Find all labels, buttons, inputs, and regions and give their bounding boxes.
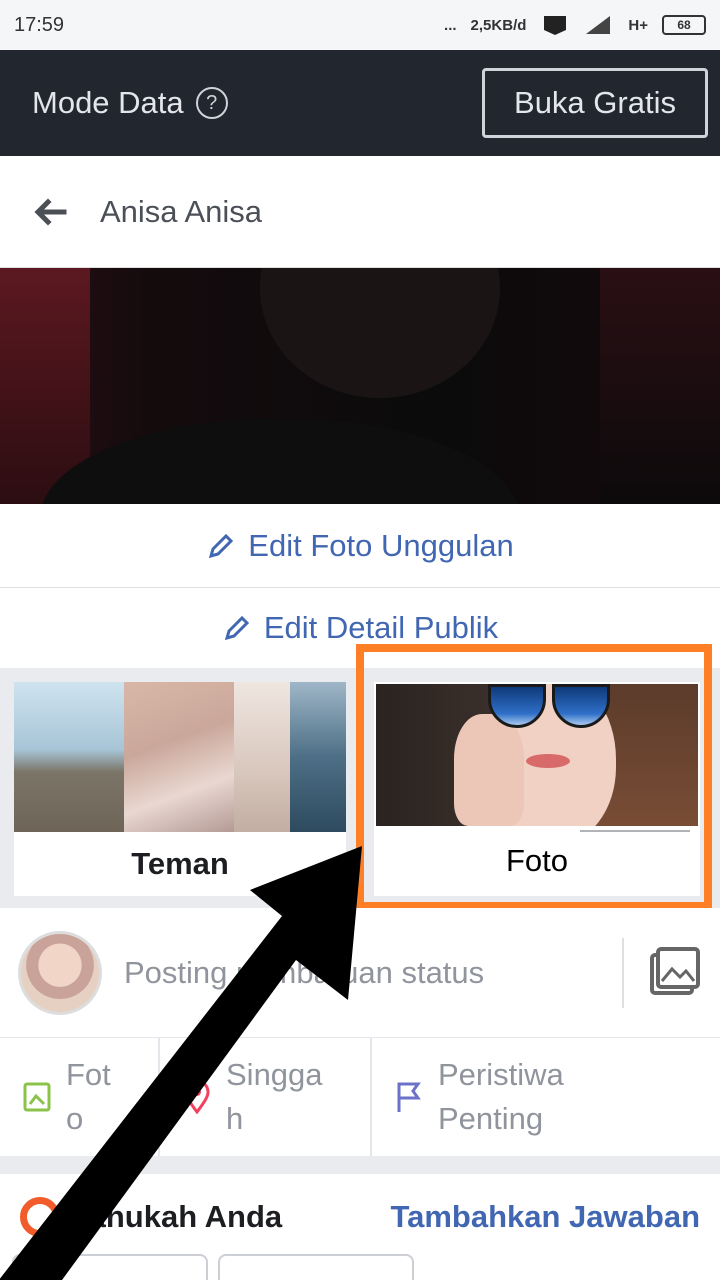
edit-featured-photo-link[interactable]: Edit Foto Unggulan <box>0 504 720 588</box>
action-photo[interactable]: Fot o <box>0 1038 160 1156</box>
did-you-know-card[interactable] <box>218 1254 414 1280</box>
help-glyph: ? <box>206 91 218 114</box>
flag-icon <box>397 1082 421 1112</box>
edit-featured-photo-label: Edit Foto Unggulan <box>248 527 514 563</box>
friend-thumbnail <box>234 682 290 832</box>
page-title: Anisa Anisa <box>100 193 262 229</box>
pencil-icon <box>224 615 249 641</box>
help-icon[interactable]: ? <box>195 87 228 119</box>
friend-thumbnail <box>14 682 124 832</box>
action-life-event-label: Peristiwa Penting <box>438 1057 564 1136</box>
did-you-know-section: Tahukah Anda Tambahkan Jawaban <box>0 1174 720 1280</box>
status-dots: ... <box>444 16 457 34</box>
location-pin-icon <box>184 1080 210 1114</box>
did-you-know-cards <box>0 1254 414 1280</box>
action-checkin[interactable]: Singga h <box>160 1038 372 1156</box>
section-separator <box>0 1156 720 1174</box>
edit-public-details-label: Edit Detail Publik <box>263 610 499 645</box>
friend-thumbnail <box>290 682 346 832</box>
signal-icon <box>586 16 611 34</box>
profile-cards-area: Teman Foto <box>0 668 720 908</box>
action-checkin-label: Singga h <box>226 1057 323 1136</box>
edit-public-details-link[interactable]: Edit Detail Publik <box>0 588 720 668</box>
battery-icon: 68 <box>662 15 706 35</box>
action-photo-label: Fot o <box>66 1057 111 1136</box>
status-composer[interactable]: Posting pembaruan status <box>0 908 720 1038</box>
did-you-know-card[interactable] <box>12 1254 208 1280</box>
status-input[interactable]: Posting pembaruan status <box>124 955 622 991</box>
open-free-button[interactable]: Buka Gratis <box>482 68 708 138</box>
avatar[interactable] <box>18 930 102 1015</box>
battery-level: 68 <box>677 18 691 32</box>
photos-thumbnail <box>376 684 698 826</box>
photos-label-row: Foto <box>374 826 700 896</box>
friends-card[interactable]: Teman <box>14 682 346 896</box>
cover-photo[interactable] <box>0 268 720 504</box>
back-arrow-icon[interactable] <box>30 192 70 232</box>
did-you-know-title-group: Tahukah Anda <box>20 1197 282 1237</box>
friends-label: Teman <box>131 846 229 881</box>
data-mode-label: Mode Data <box>32 85 184 120</box>
notification-icon <box>544 16 567 35</box>
network-speed: 2,5KB/d <box>470 16 527 34</box>
profile-header: Anisa Anisa <box>0 156 720 268</box>
pencil-icon <box>209 533 234 558</box>
photo-icon <box>23 1082 51 1112</box>
did-you-know-header: Tahukah Anda Tambahkan Jawaban <box>0 1174 720 1260</box>
friends-thumbnails <box>14 682 346 832</box>
status-bar: 17:59 ... 2,5KB/d H+ 68 <box>0 0 720 50</box>
composer-actions: Fot o Singga h Peristiwa Penting <box>0 1038 720 1156</box>
photos-label: Foto <box>505 843 569 878</box>
network-type: H+ <box>628 16 648 34</box>
divider <box>622 937 624 1008</box>
status-time: 17:59 <box>14 13 65 36</box>
status-icons: ... 2,5KB/d H+ 68 <box>444 14 706 36</box>
data-mode-label-group: Mode Data ? <box>32 85 228 121</box>
gallery-icon[interactable] <box>646 945 702 1001</box>
did-you-know-icon <box>20 1197 60 1237</box>
photos-card[interactable]: Foto <box>374 682 700 896</box>
did-you-know-title: Tahukah Anda <box>72 1199 283 1234</box>
add-answer-link[interactable]: Tambahkan Jawaban <box>390 1199 700 1235</box>
data-mode-bar: Mode Data ? Buka Gratis <box>0 50 720 156</box>
action-life-event[interactable]: Peristiwa Penting <box>372 1038 720 1156</box>
friend-thumbnail <box>124 682 234 832</box>
